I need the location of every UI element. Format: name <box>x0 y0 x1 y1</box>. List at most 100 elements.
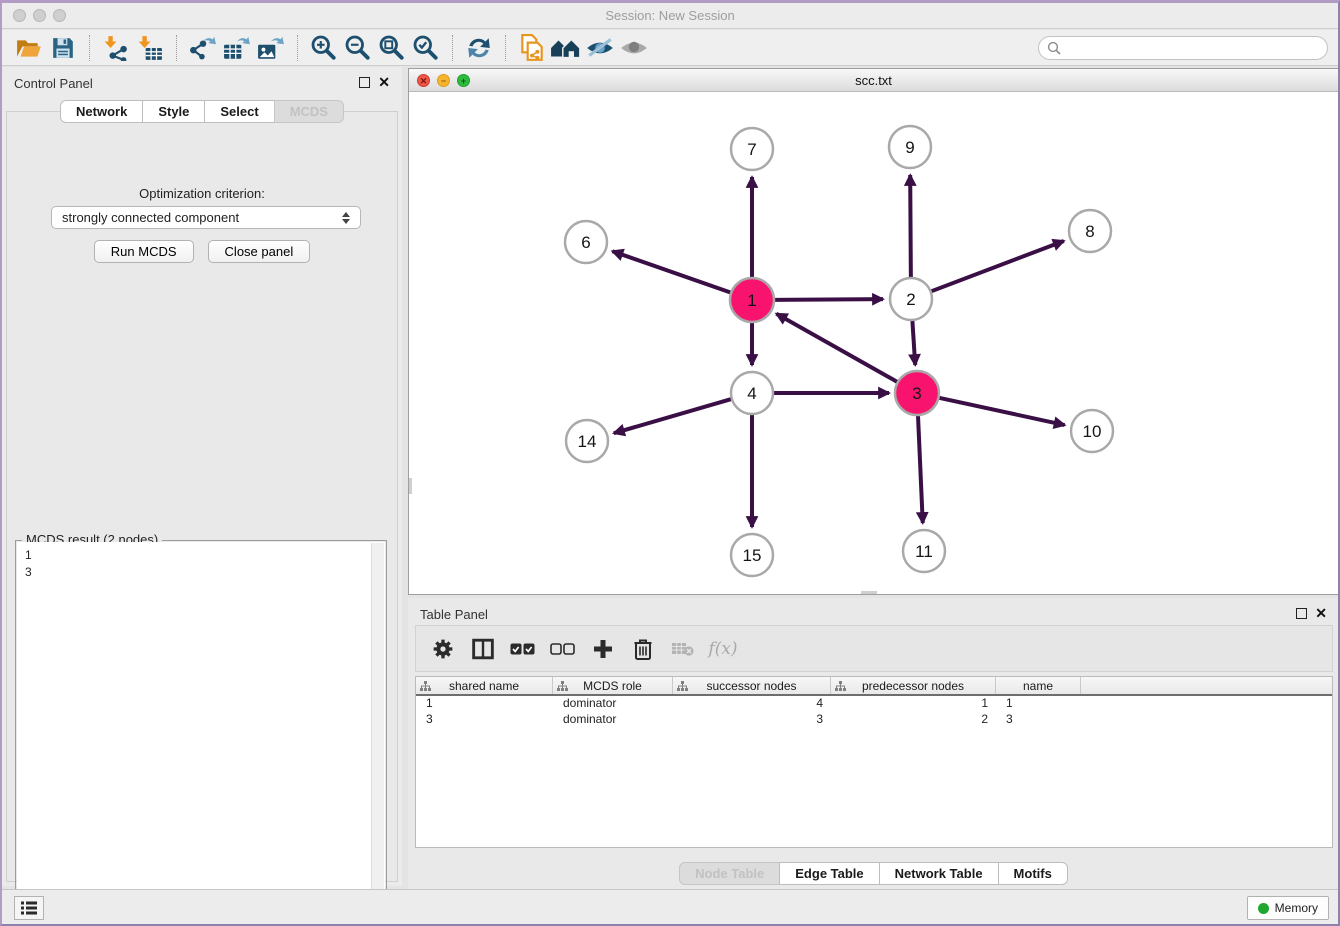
export-image-button[interactable] <box>254 33 288 63</box>
cell-predecessor-nodes[interactable]: 1 <box>831 696 996 712</box>
delete-column-button[interactable] <box>630 636 656 662</box>
export-table-button[interactable] <box>220 33 254 63</box>
graph-node-label-1: 1 <box>747 291 756 310</box>
import-network-button[interactable] <box>99 33 133 63</box>
export-image-icon <box>257 35 285 61</box>
canvas-resize-handle[interactable] <box>409 478 412 494</box>
tab-network[interactable]: Network <box>60 100 143 123</box>
tab-network-table[interactable]: Network Table <box>879 862 999 885</box>
table-panel-tabs: Node Table Edge Table Network Table Moti… <box>408 862 1339 885</box>
optimization-criterion-dropdown[interactable]: strongly connected component <box>51 206 361 229</box>
graph-edge-3-11[interactable] <box>918 415 923 523</box>
zoom-fit-button[interactable] <box>375 33 409 63</box>
zoom-out-button[interactable] <box>341 33 375 63</box>
deselect-all-button[interactable] <box>550 636 576 662</box>
delete-table-button[interactable] <box>670 636 696 662</box>
select-all-button[interactable] <box>510 636 536 662</box>
graph-edge-3-1[interactable] <box>776 314 897 382</box>
cell-mcds-role[interactable]: dominator <box>553 712 673 728</box>
tab-motifs[interactable]: Motifs <box>998 862 1068 885</box>
search-input[interactable] <box>1066 41 1319 55</box>
graph-edge-1-2[interactable] <box>774 299 883 300</box>
save-session-button[interactable] <box>46 33 80 63</box>
tab-edge-table[interactable]: Edge Table <box>779 862 879 885</box>
control-panel-title: Control Panel <box>14 76 93 91</box>
task-history-button[interactable] <box>14 896 44 920</box>
search-icon <box>1047 41 1061 55</box>
cell-shared-name[interactable]: 3 <box>416 712 553 728</box>
toolbar-separator <box>505 35 506 61</box>
eye-slash-icon <box>585 36 615 60</box>
graph-node-label-15: 15 <box>743 546 762 565</box>
zoom-selected-button[interactable] <box>409 33 443 63</box>
column-view-button[interactable] <box>470 636 496 662</box>
cell-mcds-role[interactable]: dominator <box>553 696 673 712</box>
control-panel-tabs: Network Style Select MCDS <box>2 100 402 123</box>
open-folder-icon <box>16 36 42 60</box>
eye-icon <box>619 36 649 60</box>
export-network-button[interactable] <box>186 33 220 63</box>
column-header-shared-name[interactable]: shared name <box>416 677 553 694</box>
toolbar-separator <box>297 35 298 61</box>
memory-button[interactable]: Memory <box>1247 896 1329 920</box>
function-builder-button[interactable]: f(x) <box>710 636 736 662</box>
graph-edge-1-6[interactable] <box>612 251 731 293</box>
open-session-button[interactable] <box>12 33 46 63</box>
column-header-mcds-role[interactable]: MCDS role <box>553 677 673 694</box>
add-column-button[interactable] <box>590 636 616 662</box>
cell-predecessor-nodes[interactable]: 2 <box>831 712 996 728</box>
cell-name[interactable]: 1 <box>996 696 1081 712</box>
trash-icon <box>633 638 653 660</box>
application-window: Session: New Session <box>0 0 1340 926</box>
close-panel-button[interactable]: Close panel <box>208 240 311 263</box>
search-field[interactable] <box>1038 36 1328 60</box>
plus-icon <box>593 639 613 659</box>
tab-select[interactable]: Select <box>204 100 274 123</box>
column-type-icon <box>420 681 431 691</box>
import-network-icon <box>103 35 129 61</box>
mcds-result-list[interactable]: 1 3 <box>17 542 385 918</box>
zoom-in-button[interactable] <box>307 33 341 63</box>
tab-mcds[interactable]: MCDS <box>274 100 344 123</box>
canvas-resize-handle[interactable] <box>861 591 877 594</box>
hide-selected-button[interactable] <box>583 33 617 63</box>
graph-edge-4-14[interactable] <box>614 399 731 433</box>
column-header-name[interactable]: name <box>996 677 1081 694</box>
table-settings-button[interactable] <box>430 636 456 662</box>
mcds-result-line: 3 <box>25 564 377 581</box>
result-scrollbar[interactable] <box>371 543 384 917</box>
unchecked-boxes-icon <box>550 642 576 656</box>
table-row[interactable]: 3 dominator 3 2 3 <box>416 712 1332 728</box>
cell-successor-nodes[interactable]: 3 <box>673 712 831 728</box>
graph-edge-3-10[interactable] <box>938 398 1064 425</box>
column-header-predecessor-nodes[interactable]: predecessor nodes <box>831 677 996 694</box>
tab-node-table[interactable]: Node Table <box>679 862 780 885</box>
run-mcds-button[interactable]: Run MCDS <box>94 240 194 263</box>
cell-name[interactable]: 3 <box>996 712 1081 728</box>
mcds-tab-content: Optimization criterion: strongly connect… <box>6 111 398 882</box>
graph-edge-2-3[interactable] <box>912 321 915 365</box>
close-panel-icon[interactable]: ✕ <box>1315 605 1327 622</box>
cell-shared-name[interactable]: 1 <box>416 696 553 712</box>
show-all-button[interactable] <box>617 33 651 63</box>
first-neighbors-button[interactable] <box>549 33 583 63</box>
refresh-layout-button[interactable] <box>462 33 496 63</box>
dropdown-value: strongly connected component <box>62 210 239 225</box>
graph-edge-2-9[interactable] <box>910 175 911 277</box>
float-panel-icon[interactable] <box>1296 608 1307 619</box>
column-label: shared name <box>449 679 519 693</box>
network-canvas[interactable]: 7968124314101511 <box>409 92 1338 594</box>
clone-network-button[interactable] <box>515 33 549 63</box>
close-panel-icon[interactable]: ✕ <box>378 74 390 91</box>
float-panel-icon[interactable] <box>359 77 370 88</box>
toolbar-separator <box>89 35 90 61</box>
import-table-button[interactable] <box>133 33 167 63</box>
column-header-successor-nodes[interactable]: successor nodes <box>673 677 831 694</box>
tab-style[interactable]: Style <box>142 100 205 123</box>
zoom-in-icon <box>310 34 338 62</box>
cell-successor-nodes[interactable]: 4 <box>673 696 831 712</box>
graph-edge-2-8[interactable] <box>932 241 1064 291</box>
table-row[interactable]: 1 dominator 4 1 1 <box>416 696 1332 712</box>
column-header-filler <box>1081 677 1332 694</box>
export-table-icon <box>223 35 251 61</box>
